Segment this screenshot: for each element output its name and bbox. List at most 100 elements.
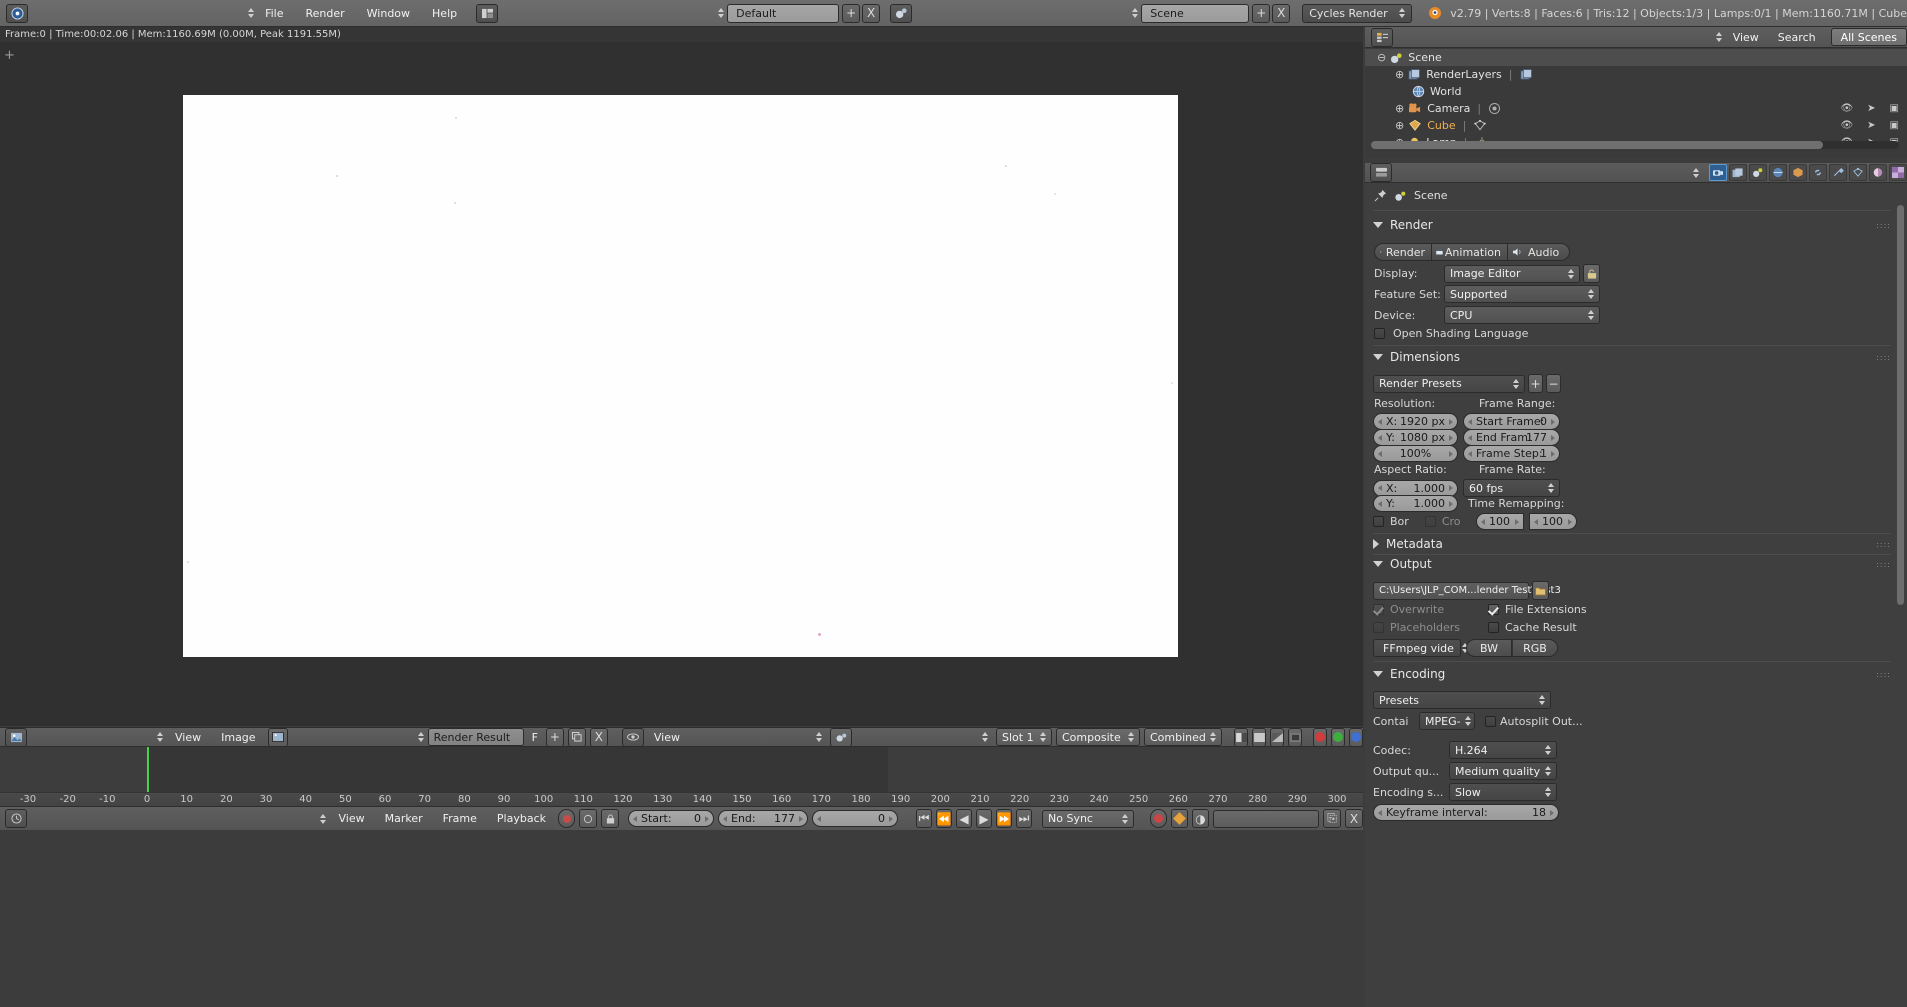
cache-result-checkbox[interactable]	[1488, 622, 1499, 633]
outliner-row-renderlayers[interactable]: ⊕ RenderLayers |	[1365, 66, 1907, 83]
add-keying-set-icon[interactable]: ⎘	[1323, 809, 1341, 828]
render-tab[interactable]	[1709, 164, 1727, 181]
delete-scene-button[interactable]: X	[1272, 3, 1291, 23]
alpha-icon[interactable]	[1270, 727, 1284, 747]
timeline-menu-view[interactable]: View	[330, 812, 372, 825]
scene-link-icon[interactable]	[830, 727, 852, 747]
audio-button[interactable]: Audio	[1508, 243, 1570, 261]
osl-checkbox[interactable]	[1374, 328, 1385, 339]
properties-editor-type-arrows[interactable]	[1689, 167, 1699, 178]
container-select[interactable]: MPEG-	[1419, 712, 1475, 730]
crop-checkbox[interactable]	[1424, 516, 1436, 527]
play-icon[interactable]: ▶	[976, 809, 992, 828]
properties-scrollbar[interactable]	[1897, 205, 1904, 605]
browse-image-arrows[interactable]	[414, 732, 424, 742]
keyframe-type-icon[interactable]	[1171, 809, 1188, 828]
delete-screen-button[interactable]: X	[862, 3, 881, 23]
properties-editor-type-icon[interactable]	[1370, 163, 1392, 182]
zdepth-icon[interactable]	[1288, 727, 1302, 747]
keyframe-interval-field[interactable]: Keyframe interval: 18	[1373, 804, 1559, 821]
encoding-presets-select[interactable]: Presets	[1373, 691, 1551, 709]
camera-data-icon[interactable]	[1488, 102, 1502, 115]
cursor-arrow-icon[interactable]: ➤	[1867, 120, 1875, 131]
outliner-row-cube[interactable]: ⊕ Cube | 👁 ➤ ▣	[1365, 117, 1907, 134]
aspect-x-field[interactable]: X: 1.000	[1373, 479, 1458, 497]
blender-logo-icon[interactable]	[6, 3, 28, 23]
expand-toggle-icon[interactable]: ⊕	[1395, 102, 1404, 115]
eye-icon[interactable]: 👁	[1840, 103, 1853, 114]
screen-layout-field[interactable]: Default	[727, 3, 840, 23]
next-keyframe-icon[interactable]: ⏩	[996, 809, 1012, 828]
current-frame-field[interactable]: 0	[812, 810, 898, 827]
open-folder-icon[interactable]	[1532, 581, 1549, 600]
autosplit-checkbox[interactable]	[1485, 715, 1496, 727]
active-keying-set-field[interactable]	[1213, 809, 1319, 828]
codec-select[interactable]: H.264	[1449, 741, 1557, 759]
sidebar-expand-icon[interactable]: +	[4, 48, 15, 63]
image-view-mode-label[interactable]: View	[648, 731, 686, 744]
scene-browse-icon[interactable]	[890, 3, 913, 23]
chevron-down-icon[interactable]	[1373, 222, 1383, 228]
screen-layout-icon[interactable]	[476, 3, 499, 23]
channel-green-swatch[interactable]	[1331, 727, 1345, 747]
file-format-select[interactable]: FFmpeg vide	[1373, 639, 1468, 657]
render-presets-select[interactable]: Render Presets	[1373, 374, 1525, 393]
timeline-ruler[interactable]: -30 -20 -10 0 10 20 30 40 50 60 70 80 90 100 110 120 130…	[0, 792, 1363, 806]
outliner-row-camera[interactable]: ⊕ Camera | 👁 ➤ ▣	[1365, 100, 1907, 117]
mesh-data-icon[interactable]	[1473, 119, 1487, 132]
dimensions-panel-header[interactable]: Dimensions ::::	[1365, 350, 1907, 364]
start-frame-field[interactable]: Start Frame: 0	[1463, 413, 1560, 430]
editor-type-arrows[interactable]	[244, 8, 255, 18]
jump-end-icon[interactable]: ⏭	[1016, 809, 1032, 828]
play-reverse-icon[interactable]: ◀	[956, 809, 972, 828]
menu-render[interactable]: Render	[294, 3, 355, 23]
overwrite-checkbox[interactable]	[1373, 604, 1384, 615]
eye-icon[interactable]: 👁	[1840, 120, 1853, 131]
screen-layout-arrows[interactable]	[714, 8, 725, 18]
outliner-row-scene[interactable]: ⊖ Scene	[1365, 49, 1907, 66]
camera-render-icon[interactable]: ▣	[1890, 103, 1899, 114]
chevron-down-icon[interactable]	[1373, 561, 1383, 567]
render-button[interactable]: Render	[1374, 243, 1432, 261]
cursor-arrow-icon[interactable]: ➤	[1867, 103, 1875, 114]
resolution-y-field[interactable]: Y: 1080 px	[1373, 429, 1458, 446]
render-panel-header[interactable]: Render ::::	[1365, 218, 1907, 232]
add-screen-button[interactable]: +	[842, 3, 861, 23]
image-view-mode-arrows[interactable]	[812, 732, 822, 742]
collapse-toggle-icon[interactable]: ⊖	[1377, 51, 1386, 64]
image-editor-type-icon[interactable]	[5, 727, 27, 747]
browse-image-icon[interactable]	[267, 727, 288, 747]
resolution-x-field[interactable]: X: 1920 px	[1373, 413, 1458, 430]
timeline-menu-frame[interactable]: Frame	[435, 812, 485, 825]
color-and-alpha-icon[interactable]	[1234, 727, 1248, 747]
outliner-editor-type-icon[interactable]	[1371, 27, 1393, 47]
scene-tab[interactable]	[1749, 164, 1767, 181]
timeline-editor-type-arrows[interactable]	[316, 813, 327, 824]
add-scene-button[interactable]: +	[1252, 3, 1271, 23]
world-tab[interactable]	[1769, 164, 1787, 181]
output-panel-header[interactable]: Output ::::	[1365, 557, 1907, 571]
render-slot-select[interactable]: Slot 1	[996, 728, 1052, 746]
channel-red-swatch[interactable]	[1313, 727, 1327, 747]
texture-tab[interactable]	[1889, 164, 1907, 181]
outliner-scrollbar-thumb[interactable]	[1371, 141, 1823, 149]
modifiers-tab[interactable]	[1829, 164, 1847, 181]
outliner-scrollbar[interactable]	[1371, 141, 1899, 149]
outliner-menu-view[interactable]: View	[1725, 31, 1767, 44]
remap-new-field[interactable]: 100	[1528, 513, 1577, 530]
view-mode-icon[interactable]	[621, 727, 644, 747]
render-result-canvas[interactable]	[183, 95, 1178, 657]
resolution-percentage-field[interactable]: 100%	[1373, 445, 1458, 462]
chevron-down-icon[interactable]	[1373, 671, 1383, 677]
add-image-button[interactable]: +	[545, 727, 564, 747]
sync-mode-select[interactable]: No Sync	[1042, 809, 1134, 828]
copy-image-button[interactable]	[567, 727, 586, 747]
image-menu-view[interactable]: View	[167, 731, 209, 744]
expand-toggle-icon[interactable]: ⊕	[1395, 68, 1404, 81]
scene-browse-arrows[interactable]	[1128, 8, 1139, 18]
timeline-editor-type-icon[interactable]	[5, 809, 27, 828]
timeline-playhead[interactable]	[147, 747, 149, 792]
fake-user-button[interactable]: F	[528, 731, 542, 744]
remove-preset-button[interactable]: −	[1546, 374, 1561, 393]
expand-toggle-icon[interactable]: ⊕	[1395, 119, 1404, 132]
